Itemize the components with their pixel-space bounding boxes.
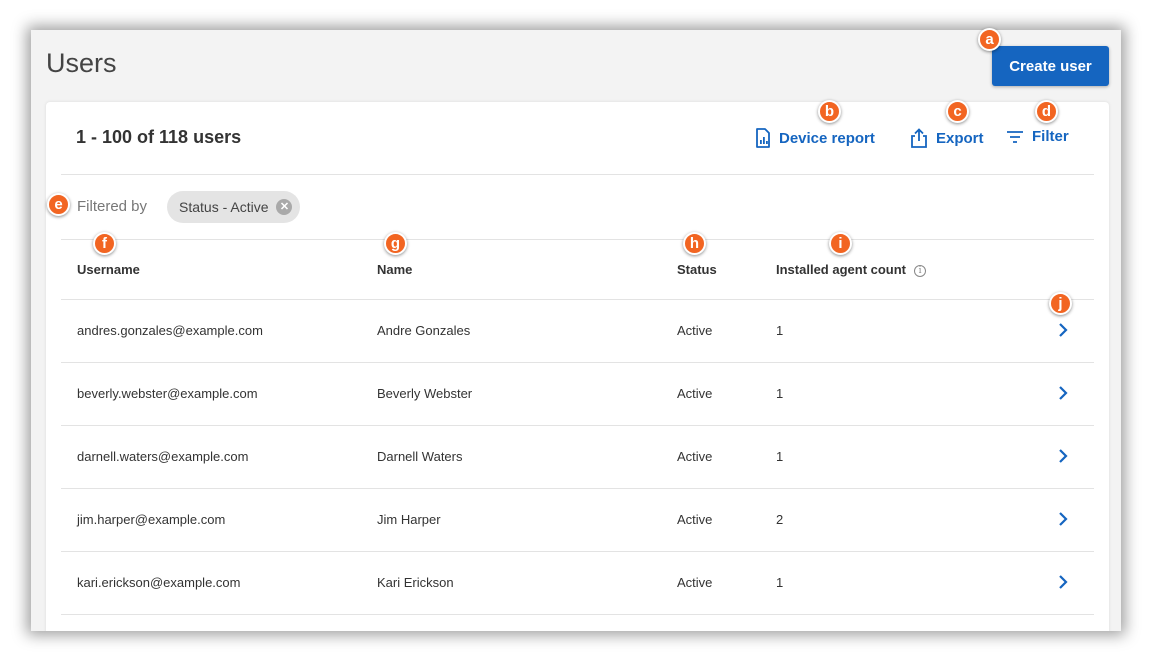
chevron-right-icon[interactable] <box>1058 385 1068 401</box>
export-button[interactable]: Export <box>910 128 984 148</box>
agent-count-cell: 2 <box>776 512 784 527</box>
chevron-right-icon[interactable] <box>1058 574 1068 590</box>
chevron-right-icon[interactable] <box>1058 448 1068 464</box>
filter-button[interactable]: Filter <box>1006 128 1069 145</box>
username-cell: kari.erickson@example.com <box>77 575 241 590</box>
page-title: Users <box>46 48 117 78</box>
create-user-button[interactable]: Create user <box>992 46 1109 86</box>
user-count: 1 - 100 of 118 users <box>76 127 242 147</box>
device-report-button[interactable]: Device report <box>755 128 875 148</box>
filter-label: Filter <box>1032 128 1069 145</box>
name-cell: Beverly Webster <box>377 386 473 401</box>
column-header-username[interactable]: Username <box>77 262 140 277</box>
column-header-status[interactable]: Status <box>677 262 717 277</box>
status-cell: Active <box>677 386 713 401</box>
name-cell: Darnell Waters <box>377 449 463 464</box>
status-cell: Active <box>677 323 713 338</box>
agent-count-cell: 1 <box>776 386 784 401</box>
callout-badge-h: h <box>683 232 706 255</box>
users-card: 1 - 100 of 118 users Device report Expor… <box>46 102 1109 631</box>
info-icon[interactable]: i <box>914 264 927 277</box>
agent-count-cell: 1 <box>776 449 784 464</box>
callout-badge-c: c <box>946 100 969 123</box>
close-icon[interactable]: ✕ <box>276 199 293 215</box>
callout-badge-i: i <box>829 232 852 255</box>
filter-icon <box>1007 130 1023 143</box>
callout-badge-f: f <box>93 232 116 255</box>
chevron-right-icon[interactable] <box>1058 511 1068 527</box>
callout-badge-d: d <box>1035 100 1058 123</box>
name-cell: Andre Gonzales <box>377 323 471 338</box>
column-header-label: Installed agent count <box>776 262 907 277</box>
filtered-by-label: Filtered by <box>77 198 148 215</box>
divider <box>61 174 1094 175</box>
name-cell: Jim Harper <box>377 512 441 527</box>
callout-badge-a: a <box>978 28 1001 51</box>
username-cell: darnell.waters@example.com <box>77 449 249 464</box>
export-icon <box>911 128 927 148</box>
table-row[interactable]: andres.gonzales@example.com Andre Gonzal… <box>61 300 1094 363</box>
divider <box>61 239 1094 240</box>
status-cell: Active <box>677 512 713 527</box>
username-cell: jim.harper@example.com <box>77 512 226 527</box>
column-header-agent-count[interactable]: Installed agent count i <box>776 262 927 277</box>
callout-badge-b: b <box>818 100 841 123</box>
name-cell: Kari Erickson <box>377 575 454 590</box>
table-row[interactable]: kari.erickson@example.com Kari Erickson … <box>61 552 1094 615</box>
username-cell: andres.gonzales@example.com <box>77 323 263 338</box>
callout-badge-j: j <box>1049 292 1072 315</box>
chevron-right-icon[interactable] <box>1058 322 1068 338</box>
table-row[interactable]: jim.harper@example.com Jim Harper Active… <box>61 489 1094 552</box>
callout-badge-e: e <box>47 193 70 216</box>
status-cell: Active <box>677 575 713 590</box>
agent-count-cell: 1 <box>776 575 784 590</box>
username-cell: beverly.webster@example.com <box>77 386 258 401</box>
report-icon <box>756 128 770 148</box>
status-filter-chip: Status - Active ✕ <box>167 191 301 223</box>
device-report-label: Device report <box>779 129 875 147</box>
callout-badge-g: g <box>384 232 407 255</box>
table-row[interactable]: beverly.webster@example.com Beverly Webs… <box>61 363 1094 426</box>
table-row[interactable]: darnell.waters@example.com Darnell Water… <box>61 426 1094 489</box>
export-label: Export <box>936 129 984 147</box>
chip-label: Status - Active <box>179 199 269 215</box>
agent-count-cell: 1 <box>776 323 784 338</box>
status-cell: Active <box>677 449 713 464</box>
column-header-name[interactable]: Name <box>377 262 412 277</box>
